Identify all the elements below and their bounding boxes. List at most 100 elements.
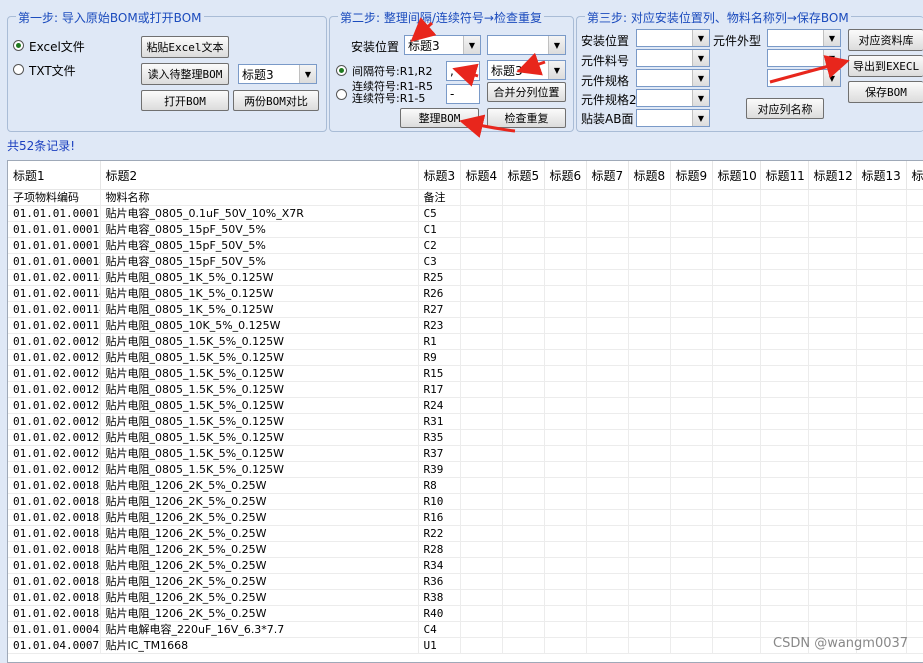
table-cell[interactable]: R37 xyxy=(418,445,461,462)
table-cell[interactable] xyxy=(670,349,713,366)
table-cell[interactable] xyxy=(544,333,587,350)
table-cell[interactable] xyxy=(760,413,809,430)
table-cell[interactable] xyxy=(670,221,713,238)
table-cell[interactable] xyxy=(586,525,629,542)
table-cell[interactable]: 贴片电阻_0805_1.5K_5%_0.125W xyxy=(100,397,419,414)
table-cell[interactable]: 01.01.01.00011 xyxy=(8,205,101,222)
table-cell[interactable] xyxy=(670,477,713,494)
table-cell[interactable] xyxy=(712,349,761,366)
table-cell[interactable]: R1 xyxy=(418,333,461,350)
table-cell[interactable] xyxy=(712,429,761,446)
table-cell[interactable]: 01.01.02.00114 xyxy=(8,301,101,318)
table-row[interactable]: 01.01.02.00188 贴片电阻_1206_2K_5%_0.25W R28 xyxy=(8,541,923,558)
table-cell[interactable] xyxy=(808,429,857,446)
table-cell[interactable] xyxy=(628,477,671,494)
table-cell[interactable] xyxy=(460,301,503,318)
table-cell[interactable]: 贴片电阻_0805_1.5K_5%_0.125W xyxy=(100,461,419,478)
table-cell[interactable] xyxy=(670,637,713,654)
table-cell[interactable]: 01.01.02.00188 xyxy=(8,525,101,542)
table-cell[interactable] xyxy=(502,413,545,430)
table-cell[interactable] xyxy=(586,605,629,622)
table-cell[interactable] xyxy=(712,301,761,318)
table-cell[interactable] xyxy=(628,189,671,206)
table-cell[interactable] xyxy=(712,589,761,606)
table-cell[interactable] xyxy=(760,493,809,510)
table-cell[interactable] xyxy=(808,477,857,494)
table-cell[interactable]: R27 xyxy=(418,301,461,318)
table-cell[interactable] xyxy=(712,221,761,238)
table-row[interactable]: 01.01.02.00188 贴片电阻_1206_2K_5%_0.25W R16 xyxy=(8,509,923,526)
table-cell[interactable]: R23 xyxy=(418,317,461,334)
table-cell[interactable] xyxy=(544,205,587,222)
continuous-input[interactable]: - xyxy=(446,84,480,104)
table-cell[interactable] xyxy=(502,429,545,446)
table-cell[interactable]: C2 xyxy=(418,237,461,254)
table-cell[interactable] xyxy=(544,557,587,574)
table-cell[interactable] xyxy=(808,493,857,510)
table-row[interactable]: 01.01.02.00188 贴片电阻_1206_2K_5%_0.25W R40 xyxy=(8,605,923,622)
table-cell[interactable] xyxy=(544,365,587,382)
merge-split-button[interactable]: 合并分列位置 xyxy=(487,82,566,102)
table-cell[interactable] xyxy=(586,349,629,366)
table-cell[interactable] xyxy=(906,205,923,222)
table-cell[interactable] xyxy=(712,525,761,542)
table-cell[interactable] xyxy=(856,397,907,414)
table-cell[interactable]: 物料名称 xyxy=(100,189,419,206)
compare-bom-button[interactable]: 两份BOM对比 xyxy=(233,90,319,111)
table-cell[interactable] xyxy=(460,541,503,558)
table-cell[interactable] xyxy=(544,317,587,334)
radio-continuous[interactable] xyxy=(336,89,347,100)
table-cell[interactable]: 贴片电阻_1206_2K_5%_0.25W xyxy=(100,509,419,526)
table-cell[interactable] xyxy=(502,365,545,382)
table-cell[interactable] xyxy=(670,301,713,318)
table-row[interactable]: 01.01.02.00126 贴片电阻_0805_1.5K_5%_0.125W R3… xyxy=(8,461,923,478)
table-cell[interactable] xyxy=(808,413,857,430)
table-cell[interactable]: 01.01.02.00126 xyxy=(8,397,101,414)
table-cell[interactable] xyxy=(760,525,809,542)
table-cell[interactable] xyxy=(628,301,671,318)
table-cell[interactable]: 01.01.02.00126 xyxy=(8,381,101,398)
table-cell[interactable] xyxy=(586,509,629,526)
column-header[interactable]: 标题8 xyxy=(628,161,671,190)
table-cell[interactable] xyxy=(906,365,923,382)
table-cell[interactable] xyxy=(460,477,503,494)
table-cell[interactable] xyxy=(712,461,761,478)
table-cell[interactable] xyxy=(808,269,857,286)
table-cell[interactable] xyxy=(856,445,907,462)
table-cell[interactable] xyxy=(906,573,923,590)
table-cell[interactable] xyxy=(502,381,545,398)
table-cell[interactable] xyxy=(586,381,629,398)
table-cell[interactable] xyxy=(502,189,545,206)
export-excel-button[interactable]: 导出到EXECL xyxy=(848,55,923,77)
table-cell[interactable] xyxy=(712,493,761,510)
table-row[interactable]: 01.01.02.00114 贴片电阻_0805_1K_5%_0.125W R26 xyxy=(8,285,923,302)
table-cell[interactable]: R25 xyxy=(418,269,461,286)
table-cell[interactable]: R24 xyxy=(418,397,461,414)
table-cell[interactable] xyxy=(808,509,857,526)
table-cell[interactable] xyxy=(712,573,761,590)
step3-select-outline[interactable]: ▼ xyxy=(767,29,841,47)
table-cell[interactable] xyxy=(712,541,761,558)
table-cell[interactable] xyxy=(628,461,671,478)
table-cell[interactable] xyxy=(460,381,503,398)
table-cell[interactable] xyxy=(586,301,629,318)
table-cell[interactable] xyxy=(586,413,629,430)
table-cell[interactable] xyxy=(502,557,545,574)
table-cell[interactable] xyxy=(502,477,545,494)
table-cell[interactable]: 01.01.02.00114 xyxy=(8,269,101,286)
table-cell[interactable] xyxy=(808,317,857,334)
radio-separator[interactable] xyxy=(336,65,347,76)
table-cell[interactable] xyxy=(502,333,545,350)
table-cell[interactable] xyxy=(760,381,809,398)
table-cell[interactable] xyxy=(460,317,503,334)
table-cell[interactable] xyxy=(460,365,503,382)
table-cell[interactable] xyxy=(712,205,761,222)
table-cell[interactable]: 贴片电阻_1206_2K_5%_0.25W xyxy=(100,541,419,558)
table-cell[interactable] xyxy=(808,461,857,478)
table-cell[interactable]: 贴片电阻_1206_2K_5%_0.25W xyxy=(100,557,419,574)
table-cell[interactable] xyxy=(586,429,629,446)
table-cell[interactable]: 01.01.02.00126 xyxy=(8,413,101,430)
table-cell[interactable]: R35 xyxy=(418,429,461,446)
table-cell[interactable] xyxy=(628,381,671,398)
table-cell[interactable] xyxy=(906,445,923,462)
